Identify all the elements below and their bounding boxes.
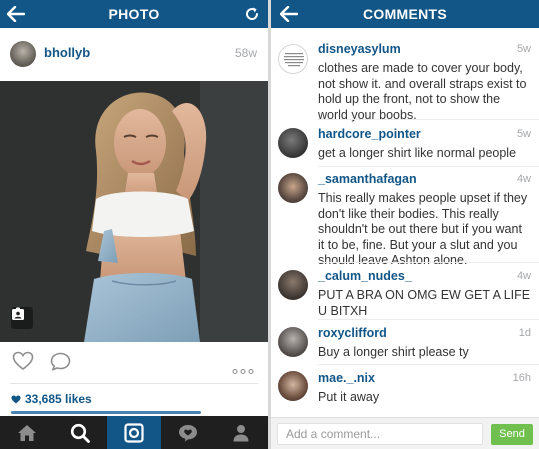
comment-username[interactable]: _calum_nudes_ — [318, 269, 412, 283]
comment-avatar[interactable] — [278, 270, 308, 300]
comment-compose-bar: Send — [271, 417, 539, 449]
comment-text: get a longer shirt like normal people — [318, 146, 517, 160]
camera-icon — [124, 422, 144, 443]
comment-divider — [318, 119, 539, 120]
photo-screen: PHOTO bhollyb 58w 33,685 likes — [0, 0, 268, 449]
tab-camera[interactable] — [107, 416, 161, 449]
comment-username[interactable]: mae._.nix — [318, 371, 375, 385]
refresh-button[interactable] — [238, 0, 266, 28]
home-icon — [17, 424, 36, 441]
comments-header: COMMENTS — [271, 0, 539, 28]
comment-username[interactable]: disneyasylum — [318, 42, 401, 56]
post-photo[interactable] — [0, 81, 268, 342]
text-avatar-image — [284, 53, 304, 67]
heart-filled-icon — [11, 395, 21, 403]
comment-avatar[interactable] — [278, 128, 308, 158]
comment-item: hardcore_pointer 5w get a longer shirt l… — [271, 127, 539, 165]
comment-avatar[interactable] — [278, 44, 308, 74]
bottom-tab-bar — [0, 416, 268, 449]
likes-count[interactable]: 33,685 likes — [11, 392, 92, 406]
tagged-people-button[interactable] — [11, 307, 33, 329]
comment-item: roxyclifford 1d Buy a longer shirt pleas… — [271, 326, 539, 364]
comment-username[interactable]: _samanthafagan — [318, 172, 417, 186]
search-icon — [71, 423, 91, 443]
post-header: bhollyb 58w — [0, 36, 268, 72]
like-button[interactable] — [12, 351, 34, 376]
comment-divider — [318, 262, 539, 263]
comment-input[interactable] — [277, 423, 483, 445]
refresh-icon — [246, 7, 259, 20]
person-icon — [233, 424, 249, 441]
comment-timestamp: 5w — [516, 128, 531, 140]
comment-item: disneyasylum 5w clothes are made to cove… — [271, 42, 539, 122]
comment-timestamp: 1d — [518, 327, 531, 339]
send-button[interactable]: Send — [491, 424, 533, 445]
tab-home[interactable] — [0, 416, 54, 449]
activity-bubble-icon — [178, 424, 197, 441]
page-title: PHOTO — [108, 6, 160, 22]
comments-screen: COMMENTS disneyasylum 5w clothes are mad… — [271, 0, 539, 449]
comment-timestamp: 5w — [516, 43, 531, 55]
tab-explore[interactable] — [54, 416, 108, 449]
comment-timestamp: 4w — [516, 173, 531, 185]
comment-divider — [318, 364, 539, 365]
more-options-button[interactable] — [232, 361, 254, 379]
comment-divider — [318, 319, 539, 320]
comment-avatar[interactable] — [278, 327, 308, 357]
comment-text: PUT A BRA ON OMG EW GET A LIFE U BITXH — [318, 288, 531, 318]
comment-username[interactable]: roxyclifford — [318, 326, 387, 340]
post-username[interactable]: bhollyb — [44, 45, 90, 60]
comment-button[interactable] — [50, 352, 71, 376]
photo-header: PHOTO — [0, 0, 268, 28]
comment-item: _samanthafagan 4w This really makes peop… — [271, 172, 539, 267]
photo-illustration — [0, 81, 268, 342]
comment-divider — [318, 166, 539, 167]
people-tag-icon — [12, 307, 24, 320]
post-timestamp: 58w — [234, 46, 257, 60]
post-avatar[interactable] — [10, 41, 36, 67]
comment-text: clothes are made to cover your body, not… — [318, 61, 527, 122]
tab-activity[interactable] — [161, 416, 215, 449]
comment-item: mae._.nix 16h Put it away — [271, 371, 539, 411]
actions-divider — [10, 383, 258, 384]
likes-label: 33,685 likes — [25, 392, 92, 406]
comment-bubble-icon — [50, 352, 71, 371]
post-actions — [0, 346, 268, 380]
ellipsis-icon — [232, 369, 254, 374]
comment-text: This really makes people upset if they d… — [318, 191, 528, 267]
comment-text: Buy a longer shirt please ty — [318, 345, 469, 359]
comment-username[interactable]: hardcore_pointer — [318, 127, 421, 141]
comment-avatar[interactable] — [278, 371, 308, 401]
comment-timestamp: 4w — [516, 270, 531, 282]
comment-item: _calum_nudes_ 4w PUT A BRA ON OMG EW GET… — [271, 269, 539, 319]
page-title: COMMENTS — [362, 6, 448, 22]
heart-outline-icon — [12, 351, 34, 370]
tab-profile[interactable] — [214, 416, 268, 449]
comment-text: Put it away — [318, 390, 380, 404]
comment-timestamp: 16h — [512, 372, 531, 384]
comment-avatar[interactable] — [278, 173, 308, 203]
